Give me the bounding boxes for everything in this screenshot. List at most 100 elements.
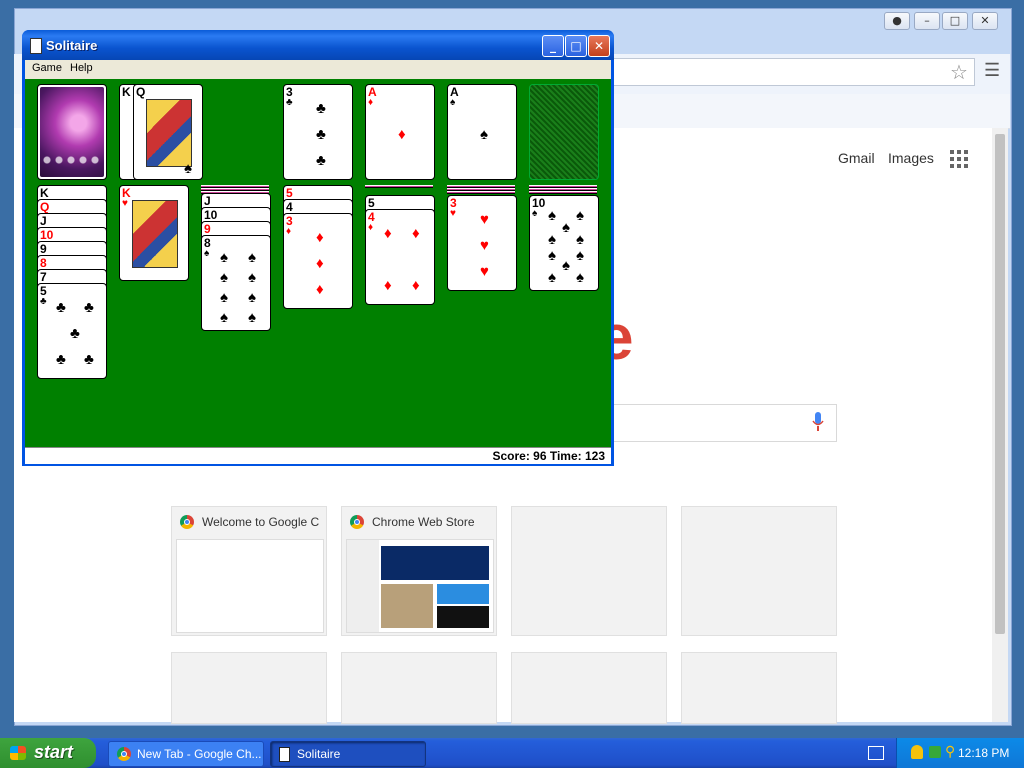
minimize-button[interactable]: _: [542, 35, 564, 57]
menu-icon[interactable]: ☰: [984, 60, 1000, 81]
facedown-card-edge: [447, 191, 515, 194]
maximize-button[interactable]: □: [942, 12, 968, 30]
images-link[interactable]: Images: [888, 150, 934, 166]
empty-tile: [511, 506, 667, 636]
chrome-icon: [180, 515, 194, 529]
empty-tile: [511, 652, 667, 724]
card-pip: ♦: [316, 281, 324, 298]
windows-logo-icon: [10, 746, 26, 760]
card-pip: ♠: [248, 249, 256, 266]
card-pip: ♣: [84, 299, 94, 316]
card-suit: ♣: [40, 296, 47, 307]
card-pip: ♠: [576, 247, 584, 264]
card-pip: ♠: [248, 289, 256, 306]
playing-card[interactable]: 8 ♠ ♠ ♠ ♠ ♠ ♠ ♠ ♠ ♠: [201, 235, 271, 331]
status-bar: Score: 96 Time: 123: [25, 447, 611, 464]
card-pip: ♦: [316, 255, 324, 272]
search-icon[interactable]: ⚲: [945, 743, 955, 760]
network-icon[interactable]: [929, 746, 941, 758]
card-pip: ♥: [480, 237, 489, 254]
card-pip: ♠: [220, 269, 228, 286]
playing-card[interactable]: 5 ♣ ♣ ♣ ♣ ♣ ♣: [37, 283, 107, 379]
card-pip: ♠: [562, 257, 570, 274]
star-icon[interactable]: ☆: [950, 60, 968, 85]
maximize-button[interactable]: □: [565, 35, 587, 57]
card-suit: ♠: [204, 248, 210, 259]
empty-tile: [341, 652, 497, 724]
card-pip: ♠: [562, 219, 570, 236]
playing-card[interactable]: 4 ♦ ♦ ♦ ♦ ♦: [365, 209, 435, 305]
empty-tile: [171, 652, 327, 724]
card-pip: ♠: [576, 231, 584, 248]
card-pip: ♦: [384, 225, 392, 242]
card-pip: ♣: [84, 351, 94, 368]
gmail-link[interactable]: Gmail: [838, 150, 875, 166]
card-pip: ♦: [412, 225, 420, 242]
scrollbar[interactable]: [992, 128, 1008, 722]
most-visited-tile[interactable]: Chrome Web Store: [341, 506, 497, 636]
facedown-card-edge: [529, 191, 597, 194]
playing-card[interactable]: 10 ♠ ♠ ♠ ♠ ♠ ♠ ♠ ♠ ♠ ♠ ♠: [529, 195, 599, 291]
card-suit: ♠: [532, 208, 538, 219]
title-bar[interactable]: Solitaire _ □ ✕: [22, 30, 614, 60]
card-pip: ♠: [220, 249, 228, 266]
card-pip: ♠: [248, 269, 256, 286]
solitaire-icon: [279, 747, 290, 762]
card-pip: ♣: [56, 299, 66, 316]
card-pip: ♥: [480, 211, 489, 228]
taskbar-chrome[interactable]: New Tab - Google Ch...: [108, 741, 264, 767]
start-button[interactable]: start: [0, 738, 96, 768]
solitaire-window: Solitaire _ □ ✕ Game Help K Q ♠ 3 ♣ ♣ ♣ ♣ A ♦…: [22, 30, 614, 466]
most-visited-tile[interactable]: Welcome to Google C: [171, 506, 327, 636]
game-board: K Q ♠ 3♣♣♣♣ A♦♦ A♠♠ K♠Q♥J♠10♥9♠8♥7♠5♣♣♣♣…: [25, 79, 611, 447]
card-pip: ♣: [56, 351, 66, 368]
playing-card[interactable]: 3 ♥ ♥ ♥ ♥: [447, 195, 517, 291]
empty-tile: [681, 506, 837, 636]
card-pip: ♠: [576, 269, 584, 286]
card-suit: ♥: [450, 208, 456, 219]
security-shield-icon[interactable]: [911, 745, 923, 759]
profile-button[interactable]: ●: [884, 12, 910, 30]
playing-card[interactable]: 3 ♦ ♦ ♦ ♦: [283, 213, 353, 309]
tile-thumbnail: [346, 539, 494, 633]
chrome-icon: [350, 515, 364, 529]
solitaire-icon: [30, 38, 42, 54]
close-button[interactable]: ✕: [972, 12, 998, 30]
card-pip: ♥: [480, 263, 489, 280]
card-suit: ♦: [368, 222, 374, 233]
card-pip: ♠: [548, 207, 556, 224]
search-input[interactable]: [612, 404, 837, 442]
menu-help[interactable]: Help: [70, 62, 93, 74]
face-card-art: [132, 200, 178, 268]
keyboard-icon[interactable]: [868, 746, 884, 760]
card-pip: ♣: [70, 325, 80, 342]
microphone-icon[interactable]: [812, 412, 824, 432]
chrome-icon: [117, 747, 131, 761]
card-pip: ♠: [548, 269, 556, 286]
close-button[interactable]: ✕: [588, 35, 610, 57]
tile-thumbnail: [176, 539, 324, 633]
window-title: Solitaire: [46, 38, 98, 53]
card-pip: ♦: [384, 277, 392, 294]
card-suit: ♦: [286, 226, 292, 237]
card-pip: ♦: [412, 277, 420, 294]
card-pip: ♠: [220, 309, 228, 326]
card-pip: ♠: [248, 309, 256, 326]
minimize-button[interactable]: –: [914, 12, 940, 30]
apps-grid-icon[interactable]: [950, 150, 968, 168]
tableau: K♠Q♥J♠10♥9♠8♥7♠5♣♣♣♣♣♣K♥J♠10♠9♥8♠♠♠♠♠♠♠♠…: [25, 79, 611, 447]
playing-card[interactable]: K ♥: [119, 185, 189, 281]
tile-title: Chrome Web Store: [372, 515, 475, 529]
card-pip: ♦: [316, 229, 324, 246]
card-suit: ♥: [122, 198, 128, 209]
address-bar[interactable]: [612, 58, 975, 86]
taskbar-solitaire[interactable]: Solitaire: [270, 741, 426, 767]
card-pip: ♠: [548, 247, 556, 264]
card-pip: ♠: [220, 289, 228, 306]
facedown-card-edge: [365, 185, 433, 188]
score-time: Score: 96 Time: 123: [492, 449, 605, 463]
card-pip: ♠: [548, 231, 556, 248]
menu-game[interactable]: Game: [32, 62, 62, 74]
clock: 12:18 PM: [958, 746, 1010, 760]
menu-bar: Game Help: [25, 60, 611, 79]
